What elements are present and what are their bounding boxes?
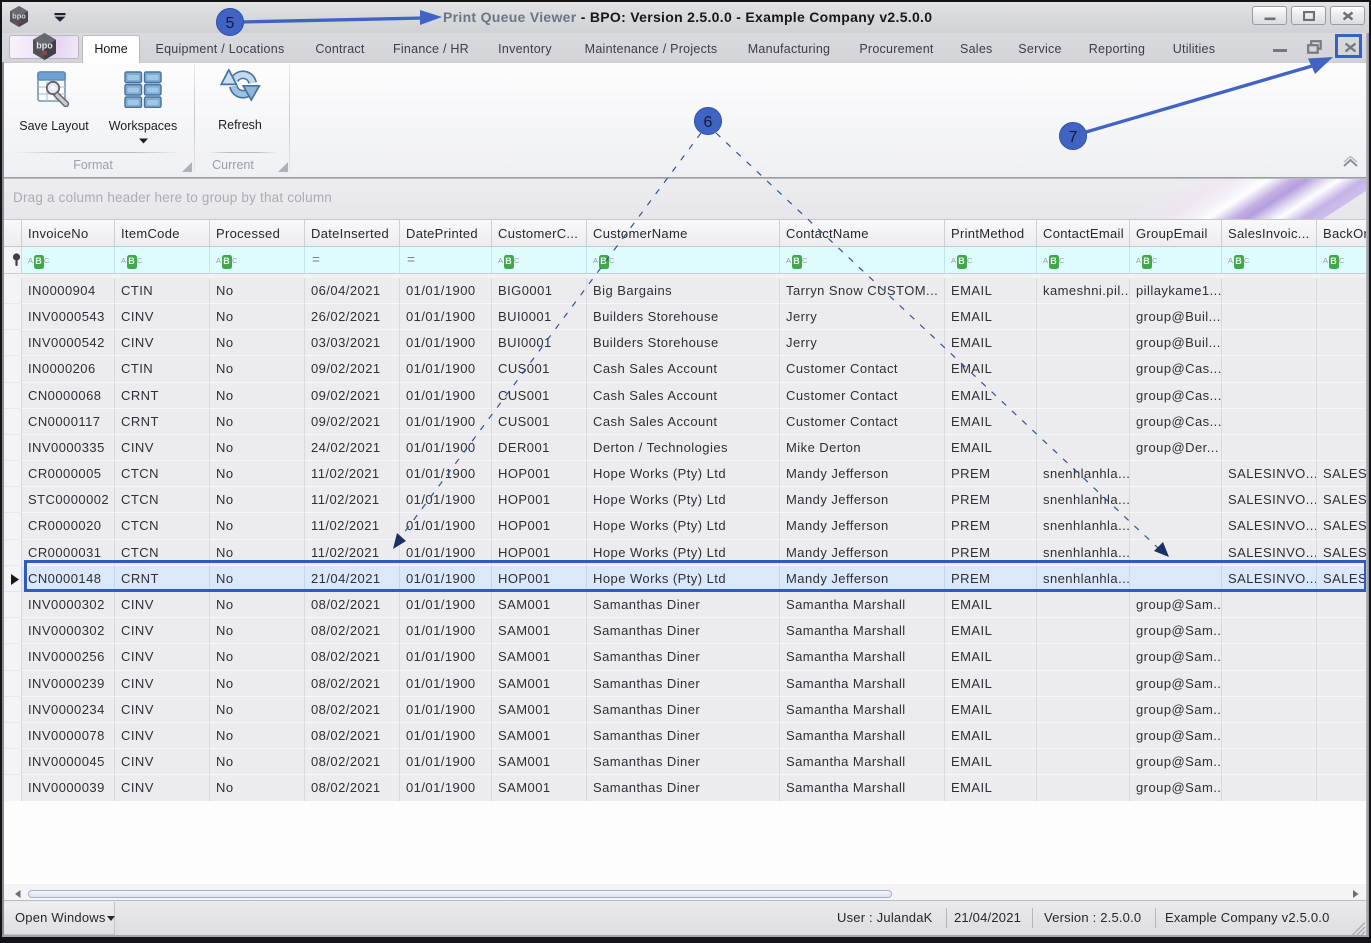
svg-text:bpo: bpo [12,12,26,21]
svg-text:bpo: bpo [36,41,53,51]
